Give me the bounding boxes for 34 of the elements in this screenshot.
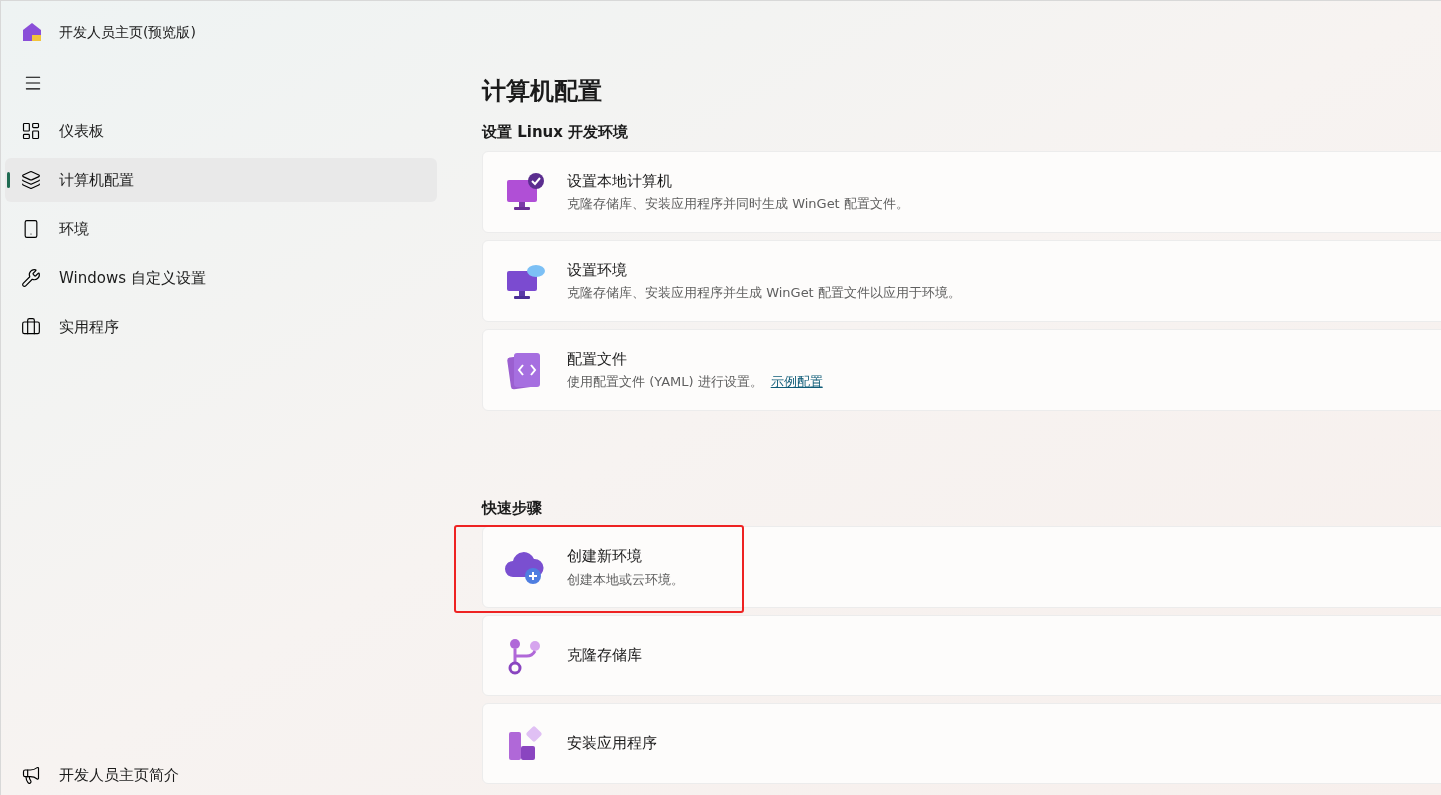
briefcase-icon bbox=[21, 317, 41, 337]
card-title: 设置本地计算机 bbox=[567, 170, 673, 192]
option-card[interactable]: 设置环境 克隆存储库、安装应用程序并生成 WinGet 配置文件以应用于环境。 bbox=[482, 239, 1441, 322]
option-card[interactable]: 创建新环境 创建本地或云环境。 bbox=[482, 526, 1441, 608]
selection-indicator bbox=[7, 172, 10, 188]
card-title: 安装应用程序 bbox=[567, 733, 657, 755]
nav-item[interactable]: Windows 自定义设置 bbox=[5, 256, 437, 300]
card-description: 使用配置文件 (YAML) 进行设置。 bbox=[567, 373, 763, 391]
card-title: 设置环境 bbox=[567, 259, 628, 281]
page-title: 计算机配置 bbox=[482, 76, 603, 107]
nav-item[interactable]: 计算机配置 bbox=[5, 158, 437, 202]
window-title: 开发人员主页(预览版) bbox=[59, 22, 196, 42]
section-heading: 快速步骤 bbox=[482, 497, 543, 519]
megaphone-icon bbox=[21, 765, 41, 785]
nav-item[interactable]: 环境 bbox=[5, 207, 437, 251]
nav-item[interactable]: 开发人员主页简介 bbox=[1, 753, 441, 795]
option-card[interactable]: 配置文件 使用配置文件 (YAML) 进行设置。 示例配置 bbox=[482, 328, 1441, 411]
app-logo-icon bbox=[21, 21, 43, 43]
card-description: 创建本地或云环境。 bbox=[567, 570, 684, 589]
option-card[interactable]: 安装应用程序 bbox=[482, 703, 1441, 784]
card-title: 配置文件 bbox=[567, 348, 628, 370]
option-card[interactable]: 设置本地计算机 克隆存储库、安装应用程序并同时生成 WinGet 配置文件。 bbox=[482, 150, 1441, 233]
nav-item[interactable]: 实用程序 bbox=[5, 305, 437, 349]
tools-icon bbox=[21, 268, 41, 288]
dashboard-icon bbox=[21, 121, 41, 141]
nav-item[interactable]: 仪表板 bbox=[5, 109, 437, 153]
card-description: 克隆存储库、安装应用程序并同时生成 WinGet 配置文件。 bbox=[567, 195, 909, 213]
card-title: 创建新环境 bbox=[567, 546, 643, 567]
section-heading: 设置 Linux 开发环境 bbox=[482, 122, 630, 143]
option-card[interactable]: 克隆存储库 bbox=[482, 615, 1441, 696]
card-description: 克隆存储库、安装应用程序并生成 WinGet 配置文件以应用于环境。 bbox=[567, 284, 961, 302]
card-title: 克隆存储库 bbox=[567, 645, 642, 667]
sample-link[interactable]: 示例配置 bbox=[770, 372, 823, 392]
layers-icon bbox=[21, 170, 41, 190]
